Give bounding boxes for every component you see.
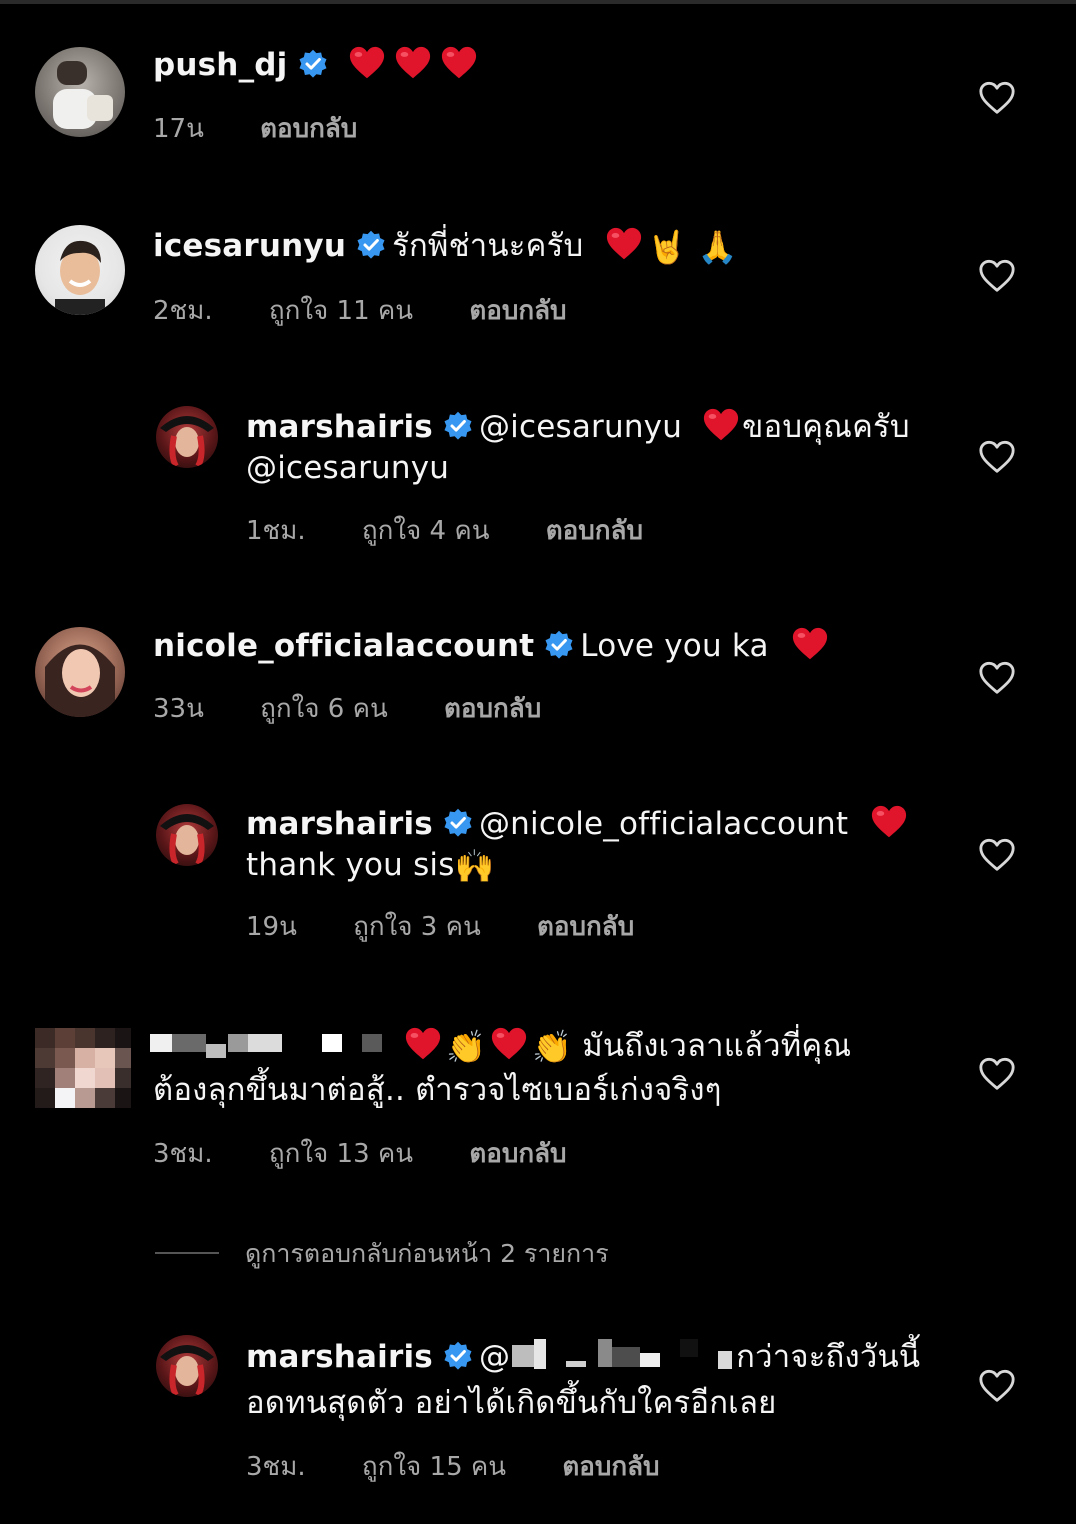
- comment-text: ขอบคุณครับ: [742, 409, 910, 445]
- comment-time: 3ชม.: [153, 1139, 213, 1169]
- avatar[interactable]: [156, 406, 218, 468]
- comment-mention[interactable]: @: [479, 1339, 510, 1375]
- comment-mention[interactable]: @icesarunyu: [479, 409, 682, 445]
- verified-badge-icon: [298, 49, 328, 79]
- like-heart-icon[interactable]: [978, 80, 1016, 116]
- comment-username[interactable]: marshairis: [246, 409, 433, 445]
- verified-badge-icon: [544, 630, 574, 660]
- like-heart-icon[interactable]: [978, 1056, 1016, 1092]
- pixelated-username-image: [150, 1034, 382, 1058]
- pixelated-mention-image: [512, 1339, 733, 1369]
- comment-likes[interactable]: ถูกใจ 13 คน: [269, 1139, 413, 1169]
- reply-button[interactable]: ตอบกลับ: [469, 296, 566, 326]
- red-heart-emoji: [490, 1026, 528, 1062]
- red-heart-emoji: [440, 45, 478, 81]
- like-heart-icon[interactable]: [978, 439, 1016, 475]
- comment-mention[interactable]: @nicole_officialaccount: [479, 806, 848, 842]
- like-heart-icon[interactable]: [978, 837, 1016, 873]
- view-previous-label[interactable]: ดูการตอบกลับก่อนหน้า 2 รายการ: [245, 1239, 609, 1268]
- rock-hand-emoji: 🤘: [647, 228, 688, 266]
- comment-likes[interactable]: ถูกใจ 3 คน: [353, 912, 481, 942]
- red-heart-emoji: [348, 45, 386, 81]
- comment-username[interactable]: icesarunyu: [153, 228, 346, 264]
- clapping-hands-emoji: 👏: [446, 1028, 487, 1066]
- reply-button[interactable]: ตอบกลับ: [444, 694, 541, 724]
- comment-time: 17น: [153, 114, 204, 144]
- comment-username[interactable]: push_dj: [153, 47, 288, 83]
- comment-mention[interactable]: @icesarunyu: [246, 450, 449, 486]
- comment-likes[interactable]: ถูกใจ 15 คน: [362, 1452, 506, 1482]
- red-heart-emoji: [870, 804, 908, 840]
- comment-text: รักพี่ช่านะครับ: [392, 228, 584, 264]
- pixelated-username[interactable]: [150, 1028, 390, 1064]
- reply-button[interactable]: ตอบกลับ: [260, 114, 357, 144]
- comment-text: กว่าจะถึงวันนี้: [736, 1339, 921, 1375]
- comment-time: 3ชม.: [246, 1452, 306, 1482]
- avatar[interactable]: [35, 627, 125, 717]
- avatar[interactable]: [156, 804, 218, 866]
- comment-text: มันถึงเวลาแล้วที่คุณ: [582, 1028, 852, 1064]
- comment-likes[interactable]: ถูกใจ 4 คน: [362, 516, 490, 546]
- red-heart-emoji: [702, 407, 740, 443]
- verified-badge-icon: [443, 808, 473, 838]
- comment-text: thank you sis: [246, 847, 455, 883]
- comment-text: อดทนสุดตัว อย่าได้เกิดขึ้นกับใครอีกเลย: [246, 1385, 777, 1421]
- reply-button[interactable]: ตอบกลับ: [562, 1452, 659, 1482]
- avatar-image: [160, 416, 214, 468]
- top-border: [0, 0, 1076, 4]
- avatar[interactable]: [156, 1335, 218, 1397]
- view-previous-replies[interactable]: ดูการตอบกลับก่อนหน้า 2 รายการ: [155, 1234, 609, 1274]
- avatar-image: [55, 240, 105, 315]
- comment-likes[interactable]: ถูกใจ 11 คน: [269, 296, 413, 326]
- like-heart-icon[interactable]: [978, 660, 1016, 696]
- reply-button[interactable]: ตอบกลับ: [469, 1139, 566, 1169]
- reply-button[interactable]: ตอบกลับ: [546, 516, 643, 546]
- avatar-image: [160, 1345, 214, 1397]
- praying-hands-emoji: 🙏: [697, 228, 738, 266]
- red-heart-emoji: [605, 226, 643, 262]
- comment-username[interactable]: marshairis: [246, 1339, 433, 1375]
- comment-text: Love you ka: [580, 628, 769, 664]
- raising-hands-emoji: 🙌: [454, 847, 495, 885]
- comment-time: 1ชม.: [246, 516, 306, 546]
- like-heart-icon[interactable]: [978, 258, 1016, 294]
- avatar[interactable]: [35, 225, 125, 315]
- comment-likes[interactable]: ถูกใจ 6 คน: [260, 694, 388, 724]
- red-heart-emoji: [394, 45, 432, 81]
- red-heart-emoji: [404, 1026, 442, 1062]
- reply-button[interactable]: ตอบกลับ: [537, 912, 634, 942]
- avatar[interactable]: [35, 47, 125, 137]
- comment-time: 19น: [246, 912, 297, 942]
- comment-time: 33น: [153, 694, 204, 724]
- like-heart-icon[interactable]: [978, 1368, 1016, 1404]
- red-heart-emoji: [791, 626, 829, 662]
- comment-text: ต้องลุกขึ้นมาต่อสู้.. ตำรวจไซเบอร์เก่งจร…: [153, 1072, 722, 1108]
- verified-badge-icon: [356, 230, 386, 260]
- pixelated-avatar-image: [35, 1028, 131, 1108]
- avatar-image: [53, 61, 113, 129]
- comment-time: 2ชม.: [153, 296, 213, 326]
- comment-username[interactable]: marshairis: [246, 806, 433, 842]
- divider-line: [155, 1252, 219, 1254]
- clapping-hands-emoji: 👏: [532, 1028, 573, 1066]
- verified-badge-icon: [443, 1341, 473, 1371]
- avatar[interactable]: [35, 1028, 131, 1118]
- avatar-image: [45, 644, 115, 717]
- comment-username[interactable]: nicole_officialaccount: [153, 628, 534, 664]
- avatar-image: [160, 814, 214, 866]
- verified-badge-icon: [443, 411, 473, 441]
